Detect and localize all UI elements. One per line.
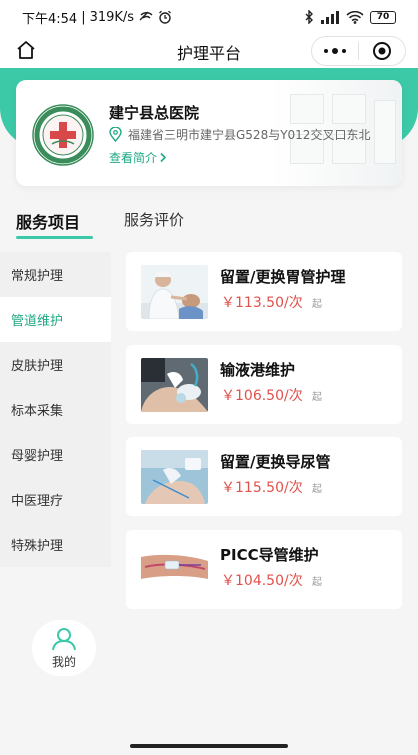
more-menu-button[interactable] xyxy=(312,37,358,65)
category-item-skin-care[interactable]: 皮肤护理 xyxy=(0,342,111,387)
status-time: 下午4:54 xyxy=(22,11,78,27)
user-icon xyxy=(52,627,76,650)
service-name: PICC导管维护 xyxy=(220,546,319,564)
mini-program-capsule xyxy=(311,36,406,66)
service-name: 输液港维护 xyxy=(220,361,296,379)
category-item-tube-maintenance[interactable]: 管道维护 xyxy=(0,297,111,342)
service-price: ￥106.50/次 xyxy=(221,388,303,404)
chevron-right-icon xyxy=(160,152,167,163)
category-item-routine-care[interactable]: 常规护理 xyxy=(0,252,111,297)
view-intro-link[interactable]: 查看简介 xyxy=(109,149,167,166)
category-item-tcm-therapy[interactable]: 中医理疗 xyxy=(0,477,111,522)
more-dot-icon xyxy=(332,48,338,54)
service-card[interactable]: 留置/更换胃管护理 ￥113.50/次 起 xyxy=(126,252,402,331)
service-image xyxy=(141,450,208,504)
hospital-address: 福建省三明市建宁县G528与Y012交叉口东北 xyxy=(128,128,371,142)
category-item-special-care[interactable]: 特殊护理 xyxy=(0,522,111,567)
status-divider: | xyxy=(81,9,86,25)
more-dot-icon xyxy=(324,49,328,53)
service-card[interactable]: 留置/更换导尿管 ￥115.50/次 起 xyxy=(126,437,402,516)
profile-button[interactable]: 我的 xyxy=(32,620,96,676)
service-image xyxy=(141,358,208,412)
service-name: 留置/更换导尿管 xyxy=(220,453,331,471)
service-card[interactable]: PICC导管维护 ￥104.50/次 起 xyxy=(126,530,402,609)
hospital-logo xyxy=(32,104,94,166)
price-suffix: 起 xyxy=(312,299,322,310)
hospital-address-row: 福建省三明市建宁县G528与Y012交叉口东北 xyxy=(109,126,389,143)
profile-label: 我的 xyxy=(51,654,76,669)
hospital-name: 建宁县总医院 xyxy=(109,104,200,122)
price-suffix: 起 xyxy=(312,484,322,495)
active-tab-indicator xyxy=(16,236,93,239)
tab-service-reviews[interactable]: 服务评价 xyxy=(124,209,184,230)
service-price: ￥115.50/次 xyxy=(221,480,303,496)
tab-service-items[interactable]: 服务项目 xyxy=(16,209,80,233)
service-image xyxy=(141,543,208,597)
hospital-card[interactable]: 建宁县总医院 福建省三明市建宁县G528与Y012交叉口东北 查看简介 xyxy=(16,80,402,186)
more-dot-icon xyxy=(342,49,346,53)
alarm-icon xyxy=(159,10,172,24)
bluetooth-icon xyxy=(305,10,313,24)
category-item-maternal-infant-care[interactable]: 母婴护理 xyxy=(0,432,111,477)
category-item-specimen-collection[interactable]: 标本采集 xyxy=(0,387,111,432)
battery-icon: 70 xyxy=(370,10,396,24)
location-pin-icon xyxy=(109,127,122,142)
service-price: ￥104.50/次 xyxy=(221,573,303,589)
home-indicator xyxy=(130,744,288,748)
price-suffix: 起 xyxy=(312,577,322,588)
signal-icon xyxy=(321,10,339,24)
mute-icon xyxy=(139,11,153,21)
price-suffix: 起 xyxy=(312,392,322,403)
service-price: ￥113.50/次 xyxy=(221,295,303,311)
status-bar: 下午4:54 | 319K/s 70 xyxy=(0,0,418,34)
target-close-icon xyxy=(373,42,391,60)
nav-bar: 护理平台 xyxy=(0,34,418,68)
view-intro-label: 查看简介 xyxy=(109,151,158,165)
status-left: 下午4:54 | 319K/s xyxy=(22,8,172,27)
wifi-icon xyxy=(346,10,364,24)
close-mini-program-button[interactable] xyxy=(359,37,405,65)
service-image xyxy=(141,265,208,319)
service-card[interactable]: 输液港维护 ￥106.50/次 起 xyxy=(126,345,402,424)
status-right: 70 xyxy=(304,10,396,24)
category-sidebar: 常规护理 管道维护 皮肤护理 标本采集 母婴护理 中医理疗 特殊护理 xyxy=(0,252,111,567)
service-name: 留置/更换胃管护理 xyxy=(220,268,346,286)
status-net-speed: 319K/s xyxy=(89,9,135,25)
